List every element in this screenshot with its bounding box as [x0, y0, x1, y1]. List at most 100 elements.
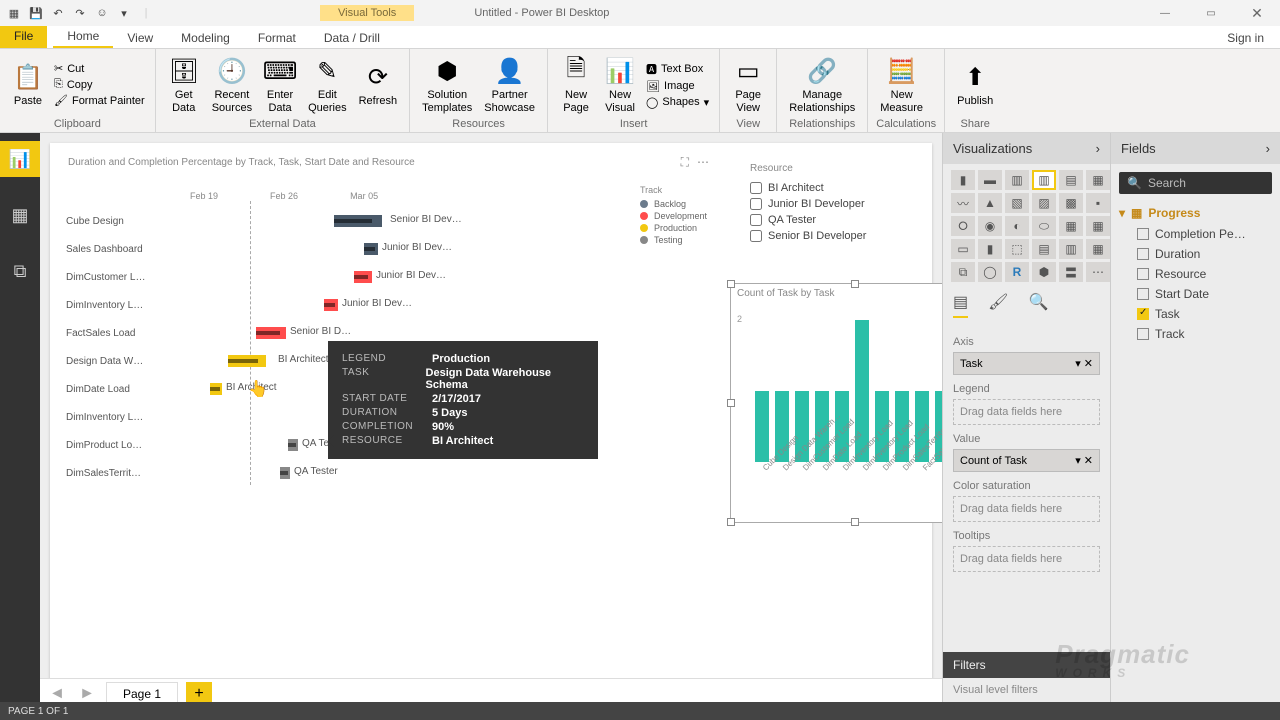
gantt-row[interactable]: DimCustomer L…Junior BI Dev…: [66, 263, 466, 291]
gantt-bar[interactable]: [334, 215, 382, 227]
chevron-down-icon[interactable]: ▾ ✕: [1075, 454, 1093, 467]
image-button[interactable]: 🖼Image: [644, 79, 711, 94]
maximize-button[interactable]: ▭: [1188, 0, 1234, 26]
vis-type[interactable]: ▬: [978, 170, 1002, 190]
vis-type[interactable]: ⋯: [1086, 262, 1110, 282]
resize-handle[interactable]: [727, 399, 735, 407]
recent-sources-button[interactable]: 🕘Recent Sources: [208, 55, 256, 113]
legend-item[interactable]: Production: [640, 223, 707, 233]
slicer-checkbox[interactable]: [750, 214, 762, 226]
field-item[interactable]: Resource: [1119, 264, 1272, 284]
modeling-tab[interactable]: Modeling: [167, 28, 244, 48]
vis-type[interactable]: ▮: [951, 170, 975, 190]
more-options-icon[interactable]: ⋯: [697, 155, 709, 170]
close-button[interactable]: ✕: [1234, 0, 1280, 26]
vis-type[interactable]: ▦: [1086, 239, 1110, 259]
vis-type[interactable]: ▨: [1032, 193, 1056, 213]
analytics-mode-icon[interactable]: 🔍: [1028, 292, 1048, 318]
slicer-item[interactable]: Junior BI Developer: [750, 196, 925, 212]
slicer-item[interactable]: BI Architect: [750, 180, 925, 196]
gantt-bar[interactable]: [354, 271, 372, 283]
new-measure-button[interactable]: 🧮New Measure: [876, 55, 927, 113]
vis-type[interactable]: ⧉: [951, 262, 975, 282]
new-visual-button[interactable]: 📊New Visual: [600, 55, 640, 113]
slicer-checkbox[interactable]: [750, 230, 762, 242]
home-tab[interactable]: Home: [53, 26, 113, 48]
refresh-button[interactable]: ⟳Refresh: [355, 61, 402, 107]
field-item[interactable]: Duration: [1119, 244, 1272, 264]
gantt-bar[interactable]: [210, 383, 222, 395]
vis-type[interactable]: ▤: [1059, 170, 1083, 190]
vis-type[interactable]: ▪: [1086, 193, 1110, 213]
axis-field-chip[interactable]: Task▾ ✕: [953, 352, 1100, 375]
resize-handle[interactable]: [851, 518, 859, 526]
partner-showcase-button[interactable]: 👤Partner Showcase: [480, 55, 539, 113]
field-checkbox[interactable]: [1137, 288, 1149, 300]
vis-type[interactable]: ◉: [978, 216, 1002, 236]
solution-templates-button[interactable]: ⬢Solution Templates: [418, 55, 476, 113]
copy-button[interactable]: ⎘Copy: [52, 77, 147, 92]
redo-icon[interactable]: ↷: [72, 5, 88, 21]
cut-button[interactable]: ✂Cut: [52, 61, 147, 76]
vis-type[interactable]: ▥: [1059, 239, 1083, 259]
vis-type[interactable]: ⬭: [1032, 216, 1056, 236]
value-field-chip[interactable]: Count of Task▾ ✕: [953, 449, 1100, 472]
vis-type[interactable]: ▭: [951, 239, 975, 259]
slicer-item[interactable]: QA Tester: [750, 212, 925, 228]
collapse-icon[interactable]: ›: [1266, 141, 1270, 156]
qat-dropdown-icon[interactable]: ▾: [116, 5, 132, 21]
vis-type[interactable]: ⬚: [1005, 239, 1029, 259]
field-item[interactable]: Start Date: [1119, 284, 1272, 304]
legend-drop[interactable]: Drag data fields here: [953, 399, 1100, 425]
vis-type[interactable]: ▦: [1086, 216, 1110, 236]
resize-handle[interactable]: [727, 280, 735, 288]
chevron-down-icon[interactable]: ▾ ✕: [1075, 357, 1093, 370]
file-tab[interactable]: File: [0, 26, 47, 48]
save-icon[interactable]: 💾: [28, 5, 44, 21]
vis-type[interactable]: 〓: [1059, 262, 1083, 282]
table-node[interactable]: ▾▦Progress: [1119, 202, 1272, 224]
vis-type[interactable]: ▦: [1059, 216, 1083, 236]
legend-item[interactable]: Development: [640, 211, 707, 221]
gantt-bar[interactable]: [228, 355, 266, 367]
vis-type[interactable]: ⬢: [1032, 262, 1056, 282]
resize-handle[interactable]: [727, 518, 735, 526]
format-tab[interactable]: Format: [244, 28, 310, 48]
vis-type[interactable]: ▥: [1005, 170, 1029, 190]
page-view-button[interactable]: ▭Page View: [728, 55, 768, 113]
field-item[interactable]: Track: [1119, 324, 1272, 344]
focus-mode-icon[interactable]: ⛶: [681, 155, 689, 170]
resize-handle[interactable]: [851, 280, 859, 288]
gantt-bar[interactable]: [256, 327, 286, 339]
sat-drop[interactable]: Drag data fields here: [953, 496, 1100, 522]
smiley-icon[interactable]: ☺: [94, 5, 110, 21]
gantt-row[interactable]: DimInventory L…Junior BI Dev…: [66, 291, 466, 319]
report-view-button[interactable]: 📊: [0, 141, 40, 177]
report-page[interactable]: Duration and Completion Percentage by Tr…: [50, 143, 932, 683]
vis-type[interactable]: ◯: [978, 262, 1002, 282]
vis-type[interactable]: ▤: [1032, 239, 1056, 259]
bar[interactable]: [755, 391, 769, 462]
vis-type[interactable]: R: [1005, 262, 1029, 282]
legend-item[interactable]: Backlog: [640, 199, 707, 209]
fields-search[interactable]: 🔍Search: [1119, 172, 1272, 194]
vis-type[interactable]: ▧: [1005, 193, 1029, 213]
gantt-bar[interactable]: [324, 299, 338, 311]
gantt-bar[interactable]: [364, 243, 378, 255]
resource-slicer[interactable]: Resource BI ArchitectJunior BI Developer…: [750, 163, 925, 244]
datadrill-tab[interactable]: Data / Drill: [310, 28, 394, 48]
report-canvas[interactable]: Duration and Completion Percentage by Tr…: [40, 133, 942, 690]
format-mode-icon[interactable]: 🖌: [988, 292, 1008, 318]
vis-type[interactable]: 〰: [951, 193, 975, 213]
shapes-button[interactable]: ◯Shapes ▾: [644, 95, 711, 110]
paste-button[interactable]: 📋 Paste: [8, 61, 48, 107]
bar-chart-visual[interactable]: ⛶⋯ Count of Task by Task 2 Cube DesignDe…: [730, 283, 942, 523]
edit-queries-button[interactable]: ✎Edit Queries: [304, 55, 351, 113]
slicer-checkbox[interactable]: [750, 198, 762, 210]
vis-type[interactable]: ▮: [978, 239, 1002, 259]
data-view-button[interactable]: ▦: [0, 197, 40, 233]
gantt-bar[interactable]: [280, 467, 290, 479]
get-data-button[interactable]: 🗄Get Data: [164, 55, 204, 113]
minimize-button[interactable]: —: [1142, 0, 1188, 26]
sign-in-link[interactable]: Sign in: [1211, 28, 1280, 48]
